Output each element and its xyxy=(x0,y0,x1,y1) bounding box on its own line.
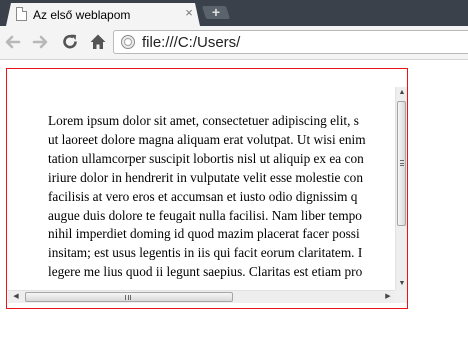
scroll-right-icon[interactable]: ▶ xyxy=(382,291,394,303)
text-line: insitam; est usus legentis in iis qui fa… xyxy=(48,245,363,261)
vertical-scroll-thumb[interactable] xyxy=(397,101,406,226)
back-button[interactable] xyxy=(2,31,24,53)
text-line: facilisis at vero eros et accumsan et iu… xyxy=(48,188,358,204)
grip-icon xyxy=(400,160,404,166)
back-arrow-icon xyxy=(5,35,21,49)
page-favicon-icon xyxy=(16,7,27,21)
text-line: Lorem ipsum dolor sit amet, consectetuer… xyxy=(48,113,359,128)
address-bar[interactable]: file:///C:/Users/ xyxy=(113,30,468,54)
text-line: ut laoreet dolore magna aliquam erat vol… xyxy=(48,131,366,147)
home-button[interactable] xyxy=(87,31,109,53)
scroll-down-icon[interactable]: ▼ xyxy=(396,278,407,290)
text-line: nihil imperdiet doming id quod mazim pla… xyxy=(48,226,360,242)
page-icon xyxy=(121,35,135,49)
browser-toolbar: file:///C:/Users/ xyxy=(0,26,468,60)
forward-arrow-icon xyxy=(32,35,48,49)
scrollbar-corner xyxy=(395,290,407,303)
plus-icon[interactable]: + xyxy=(206,3,226,21)
scroll-viewport[interactable]: Lorem ipsum dolor sit amet, consectetuer… xyxy=(8,70,397,289)
horizontal-scroll-thumb[interactable] xyxy=(25,292,233,302)
reload-icon xyxy=(63,34,77,49)
scroll-left-icon[interactable]: ◀ xyxy=(10,291,22,303)
text-line: legere me lius quod ii legunt saepius. C… xyxy=(48,264,363,280)
forward-button[interactable] xyxy=(29,31,51,53)
grip-icon xyxy=(125,295,131,300)
content-frame: Lorem ipsum dolor sit amet, consectetuer… xyxy=(6,68,408,309)
browser-tab[interactable]: Az első weblapom × xyxy=(6,3,200,26)
lorem-paragraph: Lorem ipsum dolor sit amet, consectetuer… xyxy=(48,112,397,282)
scroll-up-icon[interactable]: ▲ xyxy=(396,87,407,99)
address-text[interactable]: file:///C:/Users/ xyxy=(142,34,240,51)
reload-button[interactable] xyxy=(59,31,81,53)
text-line: iriure dolor in hendrerit in vulputate v… xyxy=(48,169,363,185)
horizontal-scrollbar[interactable]: ◀ ▶ xyxy=(8,290,396,303)
home-icon xyxy=(90,34,106,49)
tab-strip: Az első weblapom × + xyxy=(0,0,468,26)
text-line: tation ullamcorper suscipit lobortis nis… xyxy=(48,150,364,166)
text-line: augue duis dolore te feugait nulla facil… xyxy=(48,207,362,223)
vertical-scrollbar[interactable]: ▲ ▼ xyxy=(395,87,407,290)
close-tab-icon[interactable]: × xyxy=(182,6,196,20)
tab-title: Az első weblapom xyxy=(33,8,131,22)
